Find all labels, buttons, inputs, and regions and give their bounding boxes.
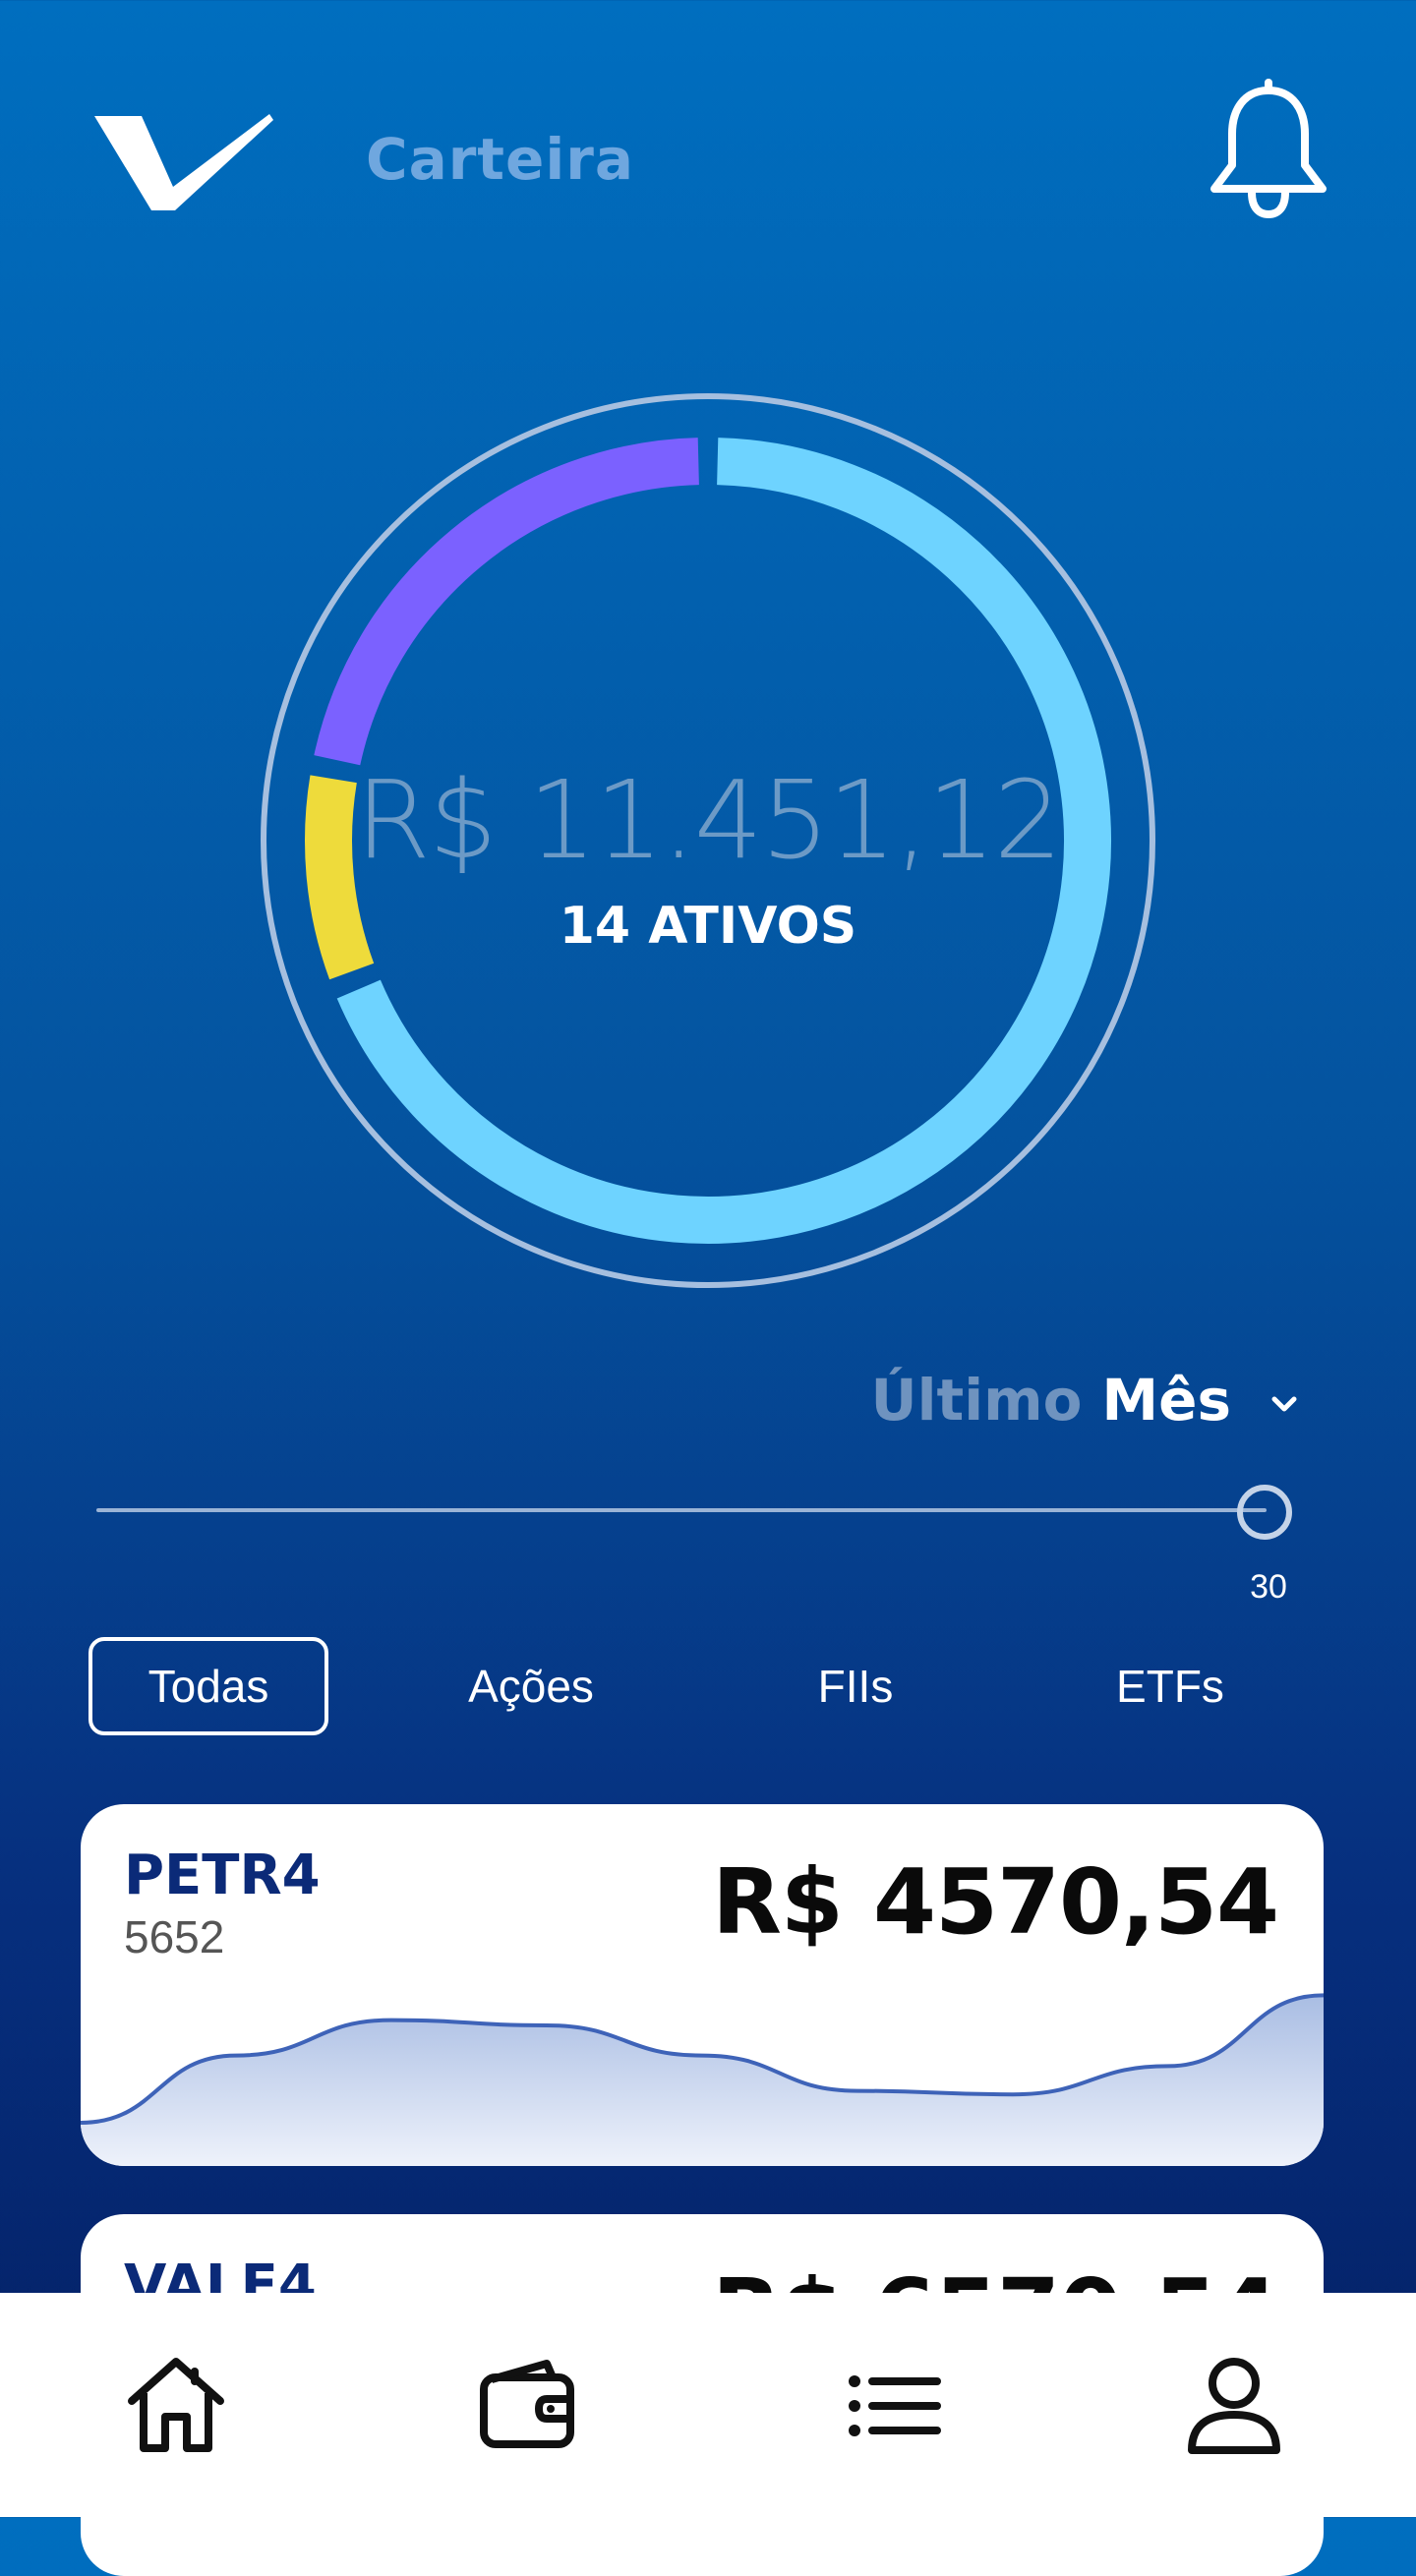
chevron-down-icon <box>1271 1396 1297 1412</box>
period-selector[interactable]: Último Mês <box>871 1367 1298 1434</box>
tab-etfs[interactable]: ETFs <box>1072 1637 1268 1735</box>
tab-acoes[interactable]: Ações <box>423 1637 639 1735</box>
page-title: Carteira <box>366 126 634 193</box>
list-icon[interactable] <box>841 2352 949 2460</box>
asset-sparkline <box>81 1993 1324 2166</box>
home-icon[interactable] <box>122 2352 230 2460</box>
sparkline-area <box>81 1995 1324 2166</box>
assets-count: 14 ATIVOS <box>559 897 857 956</box>
period-prefix: Último <box>870 1367 1083 1434</box>
bottom-navigation <box>0 2293 1416 2517</box>
donut-segment-3 <box>314 438 699 766</box>
tab-fiis[interactable]: FIIs <box>757 1637 954 1735</box>
filter-tabs: Todas Ações FIIs ETFs <box>88 1637 1328 1735</box>
user-icon[interactable] <box>1180 2352 1288 2460</box>
period-slider-track[interactable] <box>96 1508 1267 1512</box>
asset-quantity: 5652 <box>124 1911 225 1962</box>
slider-value: 30 <box>1250 1568 1287 1606</box>
asset-card-petr4[interactable]: PETR4 5652 R$ 4570,54 <box>81 1804 1324 2166</box>
period-slider-thumb[interactable] <box>1237 1485 1292 1540</box>
tab-todas[interactable]: Todas <box>88 1637 328 1735</box>
wallet-icon[interactable] <box>474 2352 582 2460</box>
asset-ticker: PETR4 <box>124 1844 321 1907</box>
app-logo <box>94 114 273 210</box>
portfolio-total: R$ 11.451,12 <box>355 757 1062 883</box>
asset-value: R$ 4570,54 <box>712 1849 1279 1955</box>
period-value: Mês <box>1101 1367 1231 1434</box>
notification-bell-icon[interactable] <box>1205 79 1332 226</box>
